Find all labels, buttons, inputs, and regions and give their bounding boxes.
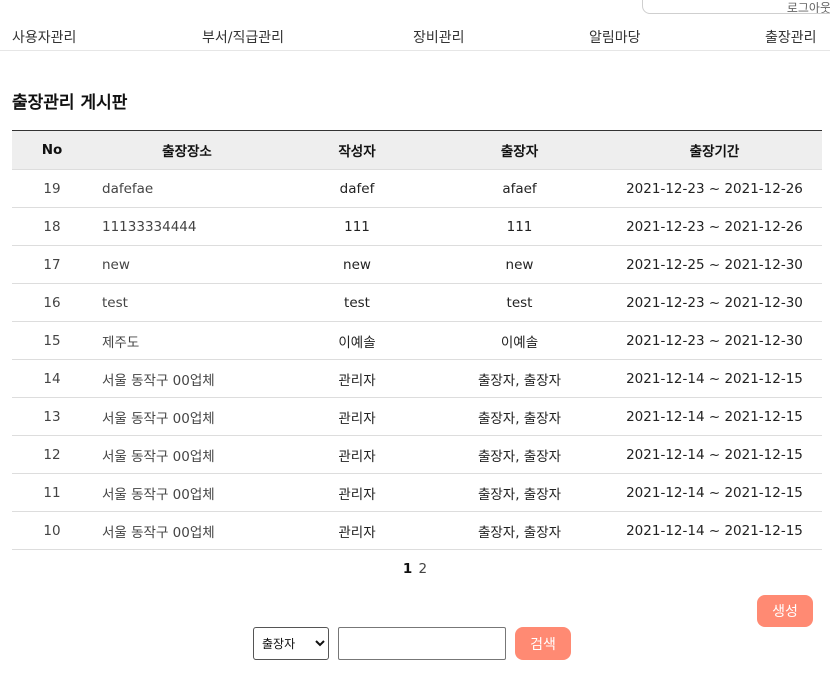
cell-traveler: new	[432, 245, 607, 284]
cell-place-link[interactable]: 11133334444	[92, 207, 282, 246]
cell-period: 2021-12-23 ~ 2021-12-26	[607, 169, 822, 208]
cell-traveler: 출장자, 출장자	[432, 359, 607, 398]
cell-no: 16	[12, 283, 92, 322]
cell-period: 2021-12-23 ~ 2021-12-30	[607, 283, 822, 322]
cell-writer: 관리자	[282, 511, 432, 550]
cell-period: 2021-12-14 ~ 2021-12-15	[607, 397, 822, 436]
create-button[interactable]: 생성	[757, 595, 813, 627]
table-row[interactable]: 15 제주도 이예솔 이예솔 2021-12-23 ~ 2021-12-30	[12, 321, 822, 360]
cell-writer: new	[282, 245, 432, 284]
column-header-place: 출장장소	[92, 130, 282, 170]
cell-no: 14	[12, 359, 92, 398]
cell-traveler: 이예솔	[432, 321, 607, 360]
column-header-no: No	[12, 130, 92, 170]
cell-writer: 111	[282, 207, 432, 246]
cell-traveler: 출장자, 출장자	[432, 473, 607, 512]
nav-item-departments[interactable]: 부서/직급관리	[202, 27, 284, 47]
column-header-period: 출장기간	[607, 130, 822, 170]
cell-writer: test	[282, 283, 432, 322]
cell-traveler: test	[432, 283, 607, 322]
cell-writer: 관리자	[282, 435, 432, 474]
cell-writer: 관리자	[282, 397, 432, 436]
user-box-text[interactable]: 로그아웃	[787, 1, 830, 13]
top-nav: 사용자관리 부서/직급관리 장비관리 알림마당 출장관리	[0, 20, 830, 51]
cell-traveler: 출장자, 출장자	[432, 435, 607, 474]
user-box[interactable]: 로그아웃	[642, 0, 830, 14]
page-link-current[interactable]: 1	[403, 561, 412, 577]
cell-writer: dafef	[282, 169, 432, 208]
cell-period: 2021-12-14 ~ 2021-12-15	[607, 511, 822, 550]
table-row[interactable]: 10 서울 동작구 00업체 관리자 출장자, 출장자 2021-12-14 ~…	[12, 511, 822, 550]
cell-period: 2021-12-14 ~ 2021-12-15	[607, 359, 822, 398]
table-row[interactable]: 18 11133334444 111 111 2021-12-23 ~ 2021…	[12, 207, 822, 246]
cell-period: 2021-12-23 ~ 2021-12-26	[607, 207, 822, 246]
page: 로그아웃 사용자관리 부서/직급관리 장비관리 알림마당 출장관리 출장관리 게…	[0, 0, 830, 681]
column-header-traveler: 출장자	[432, 130, 607, 170]
table-row[interactable]: 11 서울 동작구 00업체 관리자 출장자, 출장자 2021-12-14 ~…	[12, 473, 822, 512]
cell-traveler: afaef	[432, 169, 607, 208]
cell-traveler: 111	[432, 207, 607, 246]
cell-traveler: 출장자, 출장자	[432, 397, 607, 436]
cell-place-link[interactable]: test	[92, 283, 282, 322]
cell-traveler: 출장자, 출장자	[432, 511, 607, 550]
cell-writer: 관리자	[282, 473, 432, 512]
cell-writer: 관리자	[282, 359, 432, 398]
cell-place-link[interactable]: dafefae	[92, 169, 282, 208]
cell-no: 13	[12, 397, 92, 436]
pagination: 1 2	[0, 561, 830, 577]
search-button[interactable]: 검색	[515, 627, 571, 660]
cell-no: 11	[12, 473, 92, 512]
table-row[interactable]: 12 서울 동작구 00업체 관리자 출장자, 출장자 2021-12-14 ~…	[12, 435, 822, 474]
cell-period: 2021-12-14 ~ 2021-12-15	[607, 473, 822, 512]
cell-place-link[interactable]: 서울 동작구 00업체	[92, 473, 282, 512]
table-row[interactable]: 14 서울 동작구 00업체 관리자 출장자, 출장자 2021-12-14 ~…	[12, 359, 822, 398]
nav-item-equipment[interactable]: 장비관리	[413, 27, 465, 47]
table-row[interactable]: 16 test test test 2021-12-23 ~ 2021-12-3…	[12, 283, 822, 322]
cell-no: 10	[12, 511, 92, 550]
cell-place-link[interactable]: 서울 동작구 00업체	[92, 359, 282, 398]
cell-place-link[interactable]: new	[92, 245, 282, 284]
table-header-row: No 출장장소 작성자 출장자 출장기간	[12, 130, 822, 170]
cell-no: 12	[12, 435, 92, 474]
trip-table: No 출장장소 작성자 출장자 출장기간 19 dafefae dafef af…	[12, 130, 822, 550]
cell-place-link[interactable]: 제주도	[92, 321, 282, 360]
column-header-writer: 작성자	[282, 130, 432, 170]
table-row[interactable]: 19 dafefae dafef afaef 2021-12-23 ~ 2021…	[12, 169, 822, 208]
search-type-select[interactable]: 출장자	[253, 627, 329, 660]
cell-period: 2021-12-25 ~ 2021-12-30	[607, 245, 822, 284]
cell-place-link[interactable]: 서울 동작구 00업체	[92, 511, 282, 550]
page-link[interactable]: 2	[419, 561, 428, 577]
table-row[interactable]: 13 서울 동작구 00업체 관리자 출장자, 출장자 2021-12-14 ~…	[12, 397, 822, 436]
cell-writer: 이예솔	[282, 321, 432, 360]
cell-no: 19	[12, 169, 92, 208]
cell-no: 18	[12, 207, 92, 246]
cell-no: 15	[12, 321, 92, 360]
cell-place-link[interactable]: 서울 동작구 00업체	[92, 397, 282, 436]
cell-period: 2021-12-23 ~ 2021-12-30	[607, 321, 822, 360]
search-input[interactable]	[338, 627, 506, 660]
page-title: 출장관리 게시판	[12, 93, 128, 113]
table-row[interactable]: 17 new new new 2021-12-25 ~ 2021-12-30	[12, 245, 822, 284]
nav-item-notice[interactable]: 알림마당	[589, 27, 641, 47]
cell-period: 2021-12-14 ~ 2021-12-15	[607, 435, 822, 474]
cell-no: 17	[12, 245, 92, 284]
nav-item-business-trip[interactable]: 출장관리	[765, 27, 817, 47]
nav-item-users[interactable]: 사용자관리	[12, 27, 76, 47]
cell-place-link[interactable]: 서울 동작구 00업체	[92, 435, 282, 474]
